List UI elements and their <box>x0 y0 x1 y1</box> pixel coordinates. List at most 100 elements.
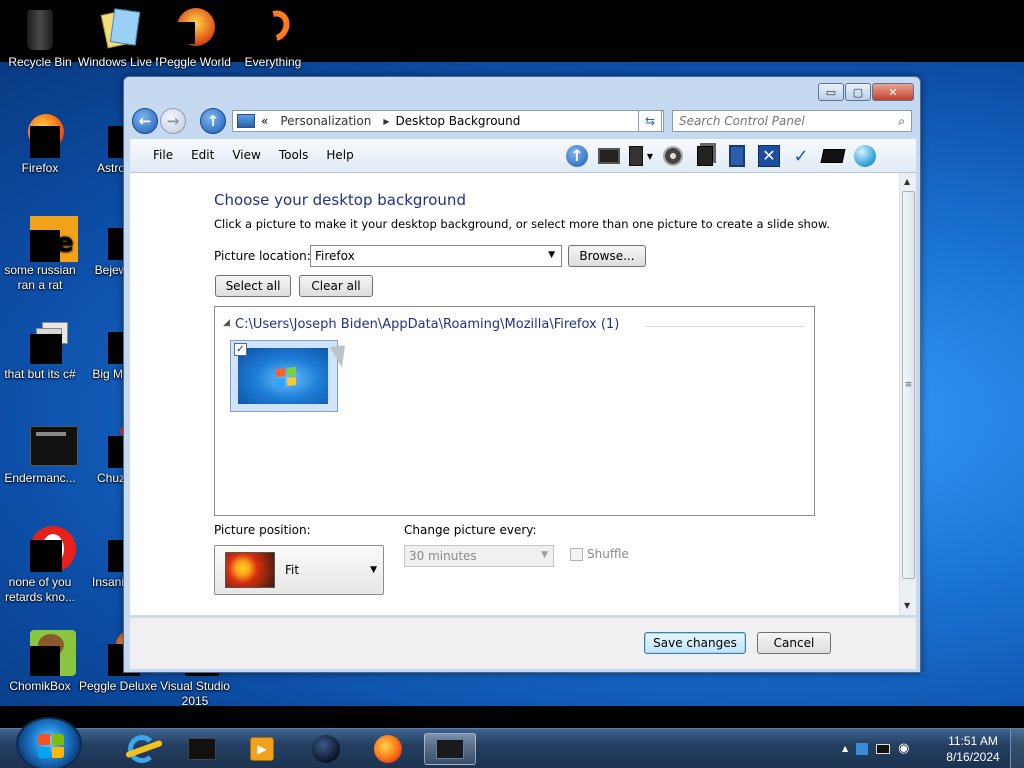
network-icon[interactable] <box>856 742 869 755</box>
arrow-up-icon: ↑ <box>206 112 220 130</box>
start-button[interactable] <box>16 717 82 768</box>
up-button[interactable]: ↑ <box>200 108 226 134</box>
media-center-icon <box>188 738 216 760</box>
menu-help[interactable]: Help <box>317 148 362 162</box>
desktop-icon-peggle-world[interactable]: Peggle World <box>155 6 235 70</box>
taskbar-internet-explorer[interactable] <box>116 733 168 765</box>
browse-button[interactable]: Browse... <box>568 245 646 267</box>
taskbar-media-center[interactable] <box>176 733 228 765</box>
taskbar-browser[interactable] <box>300 733 352 765</box>
page-description: Click a picture to make it your desktop … <box>214 217 830 231</box>
collapse-chevron-icon[interactable]: ◢ <box>223 318 230 328</box>
upload-icon[interactable]: ↑ <box>564 143 590 169</box>
movie-maker-icon <box>94 6 142 52</box>
sunflower-preview-icon <box>225 552 275 588</box>
clock-date: 8/16/2024 <box>946 750 1000 764</box>
document-icon[interactable] <box>724 143 750 169</box>
picture-position-select[interactable]: Fit ▼ <box>214 545 384 595</box>
desktop-icon-recycle-bin[interactable]: Recycle Bin <box>0 6 80 70</box>
scroll-up-icon[interactable]: ▲ <box>904 177 910 186</box>
media-player-icon: ▶ <box>250 737 274 761</box>
search-icon[interactable]: ⌕ <box>898 114 905 129</box>
desktop-icon-windows-live-movie-maker[interactable]: Windows Live Ma <box>78 6 158 70</box>
peggle-icon <box>171 6 219 52</box>
x-icon[interactable]: ✕ <box>756 143 782 169</box>
monitor-icon[interactable] <box>596 143 622 169</box>
close-button[interactable]: ✕ <box>872 83 914 101</box>
desktop-icon-that-but-its-c[interactable]: that but its c# <box>0 318 80 382</box>
breadcrumb-desktop-background[interactable]: Desktop Background <box>395 114 520 128</box>
menu-file[interactable]: File <box>144 148 182 162</box>
footer-bar: Save changes Cancel <box>130 617 916 669</box>
shuffle-checkbox[interactable]: Shuffle <box>570 547 629 561</box>
desktop-icon-firefox[interactable]: Firefox <box>0 112 80 176</box>
taskbar-media-player[interactable]: ▶ <box>236 733 288 765</box>
address-bar[interactable]: « Personalization ▶ Desktop Background ▼ <box>232 110 664 132</box>
chevron-down-icon: ▼ <box>548 250 555 260</box>
windows-logo-icon <box>276 366 296 388</box>
breadcrumb-personalization[interactable]: Personalization <box>280 114 371 128</box>
maximize-button[interactable]: ▢ <box>845 83 871 101</box>
desktop-bottom-band <box>0 706 1024 728</box>
scroll-thumb[interactable]: ≡ <box>902 191 915 579</box>
refresh-button[interactable]: ⇆ <box>638 110 662 132</box>
grip-icon: ≡ <box>904 380 913 390</box>
search-input[interactable] <box>679 114 884 128</box>
film-reel-icon[interactable] <box>660 143 686 169</box>
clear-all-button[interactable]: Clear all <box>299 275 373 297</box>
shuffle-checkbox-box[interactable] <box>570 547 583 561</box>
chevron-down-icon: ▼ <box>541 550 548 560</box>
desktop-icon-everything[interactable]: Everything <box>233 5 313 70</box>
gallery-group-path: C:\Users\Joseph Biden\AppData\Roaming\Mo… <box>235 317 620 332</box>
picture-position-value: Fit <box>285 563 300 577</box>
menu-view[interactable]: View <box>223 148 269 162</box>
tower-icon[interactable]: ▼ <box>628 143 654 169</box>
desktop-icon-endermanch[interactable]: Endermanc... <box>0 422 80 486</box>
text-file-icon: e <box>16 214 78 262</box>
scroll-down-icon[interactable]: ▼ <box>904 601 910 610</box>
taskbar-control-panel[interactable] <box>424 733 476 765</box>
menu-tools[interactable]: Tools <box>270 148 318 162</box>
menu-edit[interactable]: Edit <box>182 148 223 162</box>
select-all-button[interactable]: Select all <box>215 275 291 297</box>
thumbnail-checkbox[interactable]: ✓ <box>234 343 247 356</box>
gallery-group-header[interactable]: ◢ C:\Users\Joseph Biden\AppData\Roaming\… <box>223 317 620 332</box>
address-prefix[interactable]: « <box>261 114 268 128</box>
internet-explorer-icon <box>125 735 163 763</box>
content-pane: Choose your desktop background Click a p… <box>130 173 916 615</box>
desktop-icon-none-of-you[interactable]: none of you retards kno... <box>0 526 80 605</box>
firefox-icon <box>374 735 402 763</box>
wallpaper-thumbnail[interactable]: ✓ <box>230 340 338 412</box>
picture-position-label: Picture position: <box>214 523 311 537</box>
breadcrumb-separator[interactable]: ▶ <box>383 117 389 126</box>
device-icon[interactable] <box>820 143 846 169</box>
taskbar-firefox[interactable] <box>362 733 414 765</box>
display-icon[interactable] <box>876 743 891 754</box>
picture-location-select[interactable]: Firefox ▼ <box>310 245 562 267</box>
arrow-right-icon: → <box>166 112 180 130</box>
shuffle-label: Shuffle <box>587 547 629 561</box>
copy-icon[interactable] <box>692 143 718 169</box>
picture-gallery: ◢ C:\Users\Joseph Biden\AppData\Roaming\… <box>214 306 815 516</box>
tray-expand-icon[interactable]: ▲ <box>842 744 848 753</box>
forward-button[interactable]: → <box>160 108 186 134</box>
taskbar-clock[interactable]: 11:51 AM 8/16/2024 <box>940 733 1006 765</box>
search-box[interactable]: ⌕ <box>672 110 912 132</box>
desktop-icon-chomikbox[interactable]: ChomikBox <box>0 630 80 694</box>
show-desktop-button[interactable] <box>1010 729 1024 768</box>
page-title: Choose your desktop background <box>214 191 466 209</box>
change-picture-select[interactable]: 30 minutes ▼ <box>404 545 554 567</box>
save-changes-button[interactable]: Save changes <box>644 632 746 654</box>
desktop-icon-some-russian[interactable]: e some russian ran a rat <box>0 214 80 293</box>
menu-bar: File Edit View Tools Help ↑ ▼ ✕ ✓ <box>130 139 916 173</box>
toolbar-icons: ↑ ▼ ✕ ✓ <box>564 143 878 169</box>
dark-globe-icon <box>312 735 340 763</box>
windows-logo-icon <box>38 734 64 758</box>
globe-icon[interactable] <box>852 143 878 169</box>
minimize-button[interactable]: ▭ <box>818 83 844 101</box>
cancel-button[interactable]: Cancel <box>757 632 831 654</box>
checkmark-icon[interactable]: ✓ <box>788 143 814 169</box>
volume-icon[interactable]: ◉ <box>898 741 909 756</box>
vertical-scrollbar[interactable]: ▲ ≡ ▼ <box>899 173 916 615</box>
back-button[interactable]: ← <box>132 108 158 134</box>
